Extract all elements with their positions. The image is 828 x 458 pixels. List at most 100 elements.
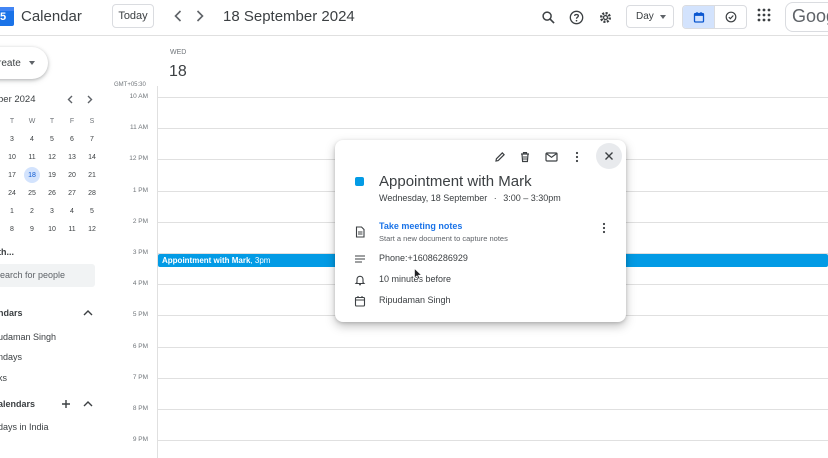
plus-icon[interactable]: [61, 399, 71, 409]
chevron-right-icon: [87, 95, 93, 103]
email-guests-button[interactable]: [543, 149, 559, 165]
mini-calendar-day[interactable]: 7: [84, 131, 100, 147]
apps-grid-icon: [757, 8, 771, 22]
mini-calendar-day[interactable]: 12: [84, 221, 100, 237]
more-options-button[interactable]: [569, 149, 585, 165]
trash-icon: [521, 152, 529, 163]
calendar-view-toggle[interactable]: [683, 6, 715, 28]
app-title[interactable]: Calendar: [21, 8, 82, 25]
mini-calendar-day[interactable]: 12: [44, 149, 60, 165]
event-calendar-owner: Ripudaman Singh: [379, 295, 451, 305]
mini-calendar-day[interactable]: 14: [84, 149, 100, 165]
task-check-icon: [725, 11, 737, 23]
mini-calendar-day[interactable]: 13: [64, 149, 80, 165]
mini-calendar-day[interactable]: 3: [4, 131, 20, 147]
mini-calendar-day[interactable]: 25: [24, 185, 40, 201]
chevron-up-icon[interactable]: [83, 308, 93, 318]
mini-calendar-day[interactable]: 21: [84, 167, 100, 183]
mini-calendar-day[interactable]: 24: [4, 185, 20, 201]
hour-gridline: [158, 377, 828, 379]
mini-calendar-day[interactable]: 6: [64, 131, 80, 147]
mini-calendar-day[interactable]: 1: [4, 203, 20, 219]
settings-button[interactable]: [594, 6, 616, 28]
calendar-icon: [354, 296, 366, 307]
mini-calendar-day[interactable]: 10: [4, 149, 20, 165]
calendar-item-holidays[interactable]: days in India: [0, 422, 49, 432]
calendar-logo-icon[interactable]: 5: [0, 7, 14, 26]
tasks-view-toggle[interactable]: [714, 6, 746, 28]
mini-calendar-day[interactable]: 19: [44, 167, 60, 183]
mini-calendar-next-button[interactable]: [84, 93, 96, 105]
mini-calendar-day[interactable]: 20: [64, 167, 80, 183]
search-button[interactable]: [537, 6, 559, 28]
hour-label: 2 PM: [132, 217, 148, 225]
calendar-item-owner[interactable]: udaman Singh: [0, 332, 56, 342]
event-block-title: Appointment with Mark: [162, 256, 251, 265]
search-people-input[interactable]: earch for people: [0, 264, 95, 287]
mini-calendar-day[interactable]: 17: [4, 167, 20, 183]
my-calendars-header[interactable]: ndars: [0, 308, 23, 318]
mini-calendar-day[interactable]: 4: [24, 131, 40, 147]
hour-gridline: [158, 409, 828, 410]
mini-calendar-weekday: S: [89, 117, 95, 125]
view-select[interactable]: Day: [626, 5, 674, 28]
mini-calendar-day[interactable]: 5: [44, 131, 60, 147]
event-description: Phone:+16086286929: [379, 253, 468, 263]
next-day-button[interactable]: [192, 7, 208, 25]
delete-event-button[interactable]: [517, 149, 533, 165]
mini-calendar-day[interactable]: 5: [84, 203, 100, 219]
create-button-label: reate: [0, 57, 21, 69]
mini-calendar-day[interactable]: 2: [24, 203, 40, 219]
caret-down-icon: [29, 61, 35, 65]
hour-label: 11 AM: [130, 124, 148, 132]
calendar-item-tasks[interactable]: ks: [0, 373, 7, 383]
more-vert-icon: [575, 151, 579, 163]
other-calendars-header[interactable]: alendars: [0, 399, 35, 409]
current-date-title: 18 September 2024: [223, 8, 355, 25]
previous-day-button[interactable]: [170, 7, 186, 25]
mini-calendar-prev-button[interactable]: [64, 93, 76, 105]
datetime-separator: ·: [493, 193, 497, 203]
mini-calendar-day[interactable]: 18: [24, 167, 40, 183]
mini-calendar-day[interactable]: 8: [4, 221, 20, 237]
mini-calendar-day[interactable]: 26: [44, 185, 60, 201]
mini-calendar-day[interactable]: 11: [24, 149, 40, 165]
hour-label: 6 PM: [132, 342, 148, 350]
edit-event-button[interactable]: [492, 149, 508, 165]
mini-calendar-day[interactable]: 4: [64, 203, 80, 219]
take-meeting-notes-link[interactable]: Take meeting notes: [379, 221, 462, 231]
day-number[interactable]: 18: [169, 63, 187, 81]
help-button[interactable]: [565, 6, 587, 28]
document-icon: [355, 226, 365, 238]
google-account-badge[interactable]: Goog: [785, 2, 828, 32]
close-popup-button[interactable]: [596, 143, 622, 169]
event-details-popup: Appointment with Mark Wednesday, 18 Sept…: [335, 140, 626, 322]
today-button[interactable]: Today: [112, 4, 154, 28]
mini-calendar-weekday: F: [69, 117, 75, 125]
mini-calendar-day[interactable]: 11: [64, 221, 80, 237]
mini-calendar-weekday: T: [9, 117, 15, 125]
event-time: 3:00 – 3:30pm: [503, 193, 561, 203]
mini-calendar-day[interactable]: 10: [44, 221, 60, 237]
mini-calendar-day[interactable]: 3: [44, 203, 60, 219]
logo-number: 5: [0, 11, 7, 23]
more-vert-icon[interactable]: [598, 222, 610, 234]
mini-calendar-weekday: T: [49, 117, 55, 125]
view-select-value: Day: [636, 11, 654, 22]
event-title: Appointment with Mark: [379, 173, 532, 190]
create-button[interactable]: reate: [0, 47, 48, 79]
mini-calendar-day[interactable]: 27: [64, 185, 80, 201]
weekday-label: WED: [170, 49, 187, 56]
event-color-swatch: [355, 177, 364, 186]
chevron-up-icon[interactable]: [83, 399, 93, 409]
mini-calendar-day[interactable]: 9: [24, 221, 40, 237]
hour-label: 1 PM: [132, 186, 148, 194]
hour-gridline: [158, 97, 828, 98]
caret-down-icon: [660, 15, 666, 19]
google-apps-button[interactable]: [757, 8, 775, 26]
mini-calendar-weekday: W: [28, 117, 36, 125]
mini-calendar-day[interactable]: 28: [84, 185, 100, 201]
calendar-item-birthdays[interactable]: ndays: [0, 352, 22, 362]
chevron-right-icon: [196, 10, 204, 22]
mail-icon: [544, 152, 558, 162]
